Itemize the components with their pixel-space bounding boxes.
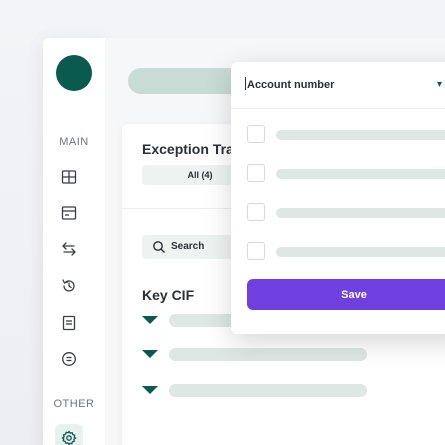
list-item[interactable] xyxy=(247,164,445,184)
option-placeholder xyxy=(276,169,445,179)
option-checkbox[interactable] xyxy=(247,203,265,221)
option-checkbox[interactable] xyxy=(247,125,265,143)
document-icon[interactable] xyxy=(61,315,77,331)
key-cif-title: Key CIF xyxy=(142,287,195,303)
dropdown-header-label: Account number xyxy=(247,79,335,91)
app-screen: MAIN OTHER Exception Tra All (4) Search … xyxy=(0,0,445,445)
save-button[interactable]: Save xyxy=(247,279,445,310)
grid-icon[interactable] xyxy=(61,169,77,185)
option-placeholder xyxy=(276,247,445,257)
text-cursor xyxy=(245,77,246,90)
dropdown-header[interactable]: Account number xyxy=(245,77,334,91)
caret-down-icon[interactable] xyxy=(142,350,158,358)
card-icon[interactable] xyxy=(61,205,77,221)
page-title: Exception Tra xyxy=(142,141,234,157)
sidebar-section-other-label: OTHER xyxy=(53,398,95,410)
chevron-down-icon[interactable]: ▾ xyxy=(437,79,442,90)
caret-down-icon[interactable] xyxy=(142,386,158,394)
search-icon xyxy=(153,241,165,253)
option-checkbox[interactable] xyxy=(247,242,265,260)
currency-icon[interactable] xyxy=(61,351,77,367)
history-icon[interactable] xyxy=(61,278,77,294)
option-checkbox[interactable] xyxy=(247,164,265,182)
avatar[interactable] xyxy=(56,55,92,91)
account-number-dropdown: Account number ▾ Save xyxy=(231,62,445,334)
sidebar: MAIN OTHER xyxy=(43,38,105,445)
option-placeholder xyxy=(276,208,445,218)
row-placeholder xyxy=(169,384,367,397)
sidebar-section-main-label: MAIN xyxy=(59,136,89,148)
transfer-arrows-icon[interactable] xyxy=(61,241,77,257)
caret-down-icon[interactable] xyxy=(142,316,158,324)
dropdown-divider xyxy=(231,108,445,109)
settings-button[interactable] xyxy=(55,424,83,445)
search-button[interactable]: Search xyxy=(142,235,242,259)
list-item[interactable] xyxy=(247,203,445,223)
option-placeholder xyxy=(276,130,445,140)
gear-icon xyxy=(61,430,77,445)
list-item[interactable] xyxy=(247,242,445,262)
list-item[interactable] xyxy=(247,125,445,145)
row-placeholder xyxy=(169,348,367,361)
search-label: Search xyxy=(171,241,205,252)
